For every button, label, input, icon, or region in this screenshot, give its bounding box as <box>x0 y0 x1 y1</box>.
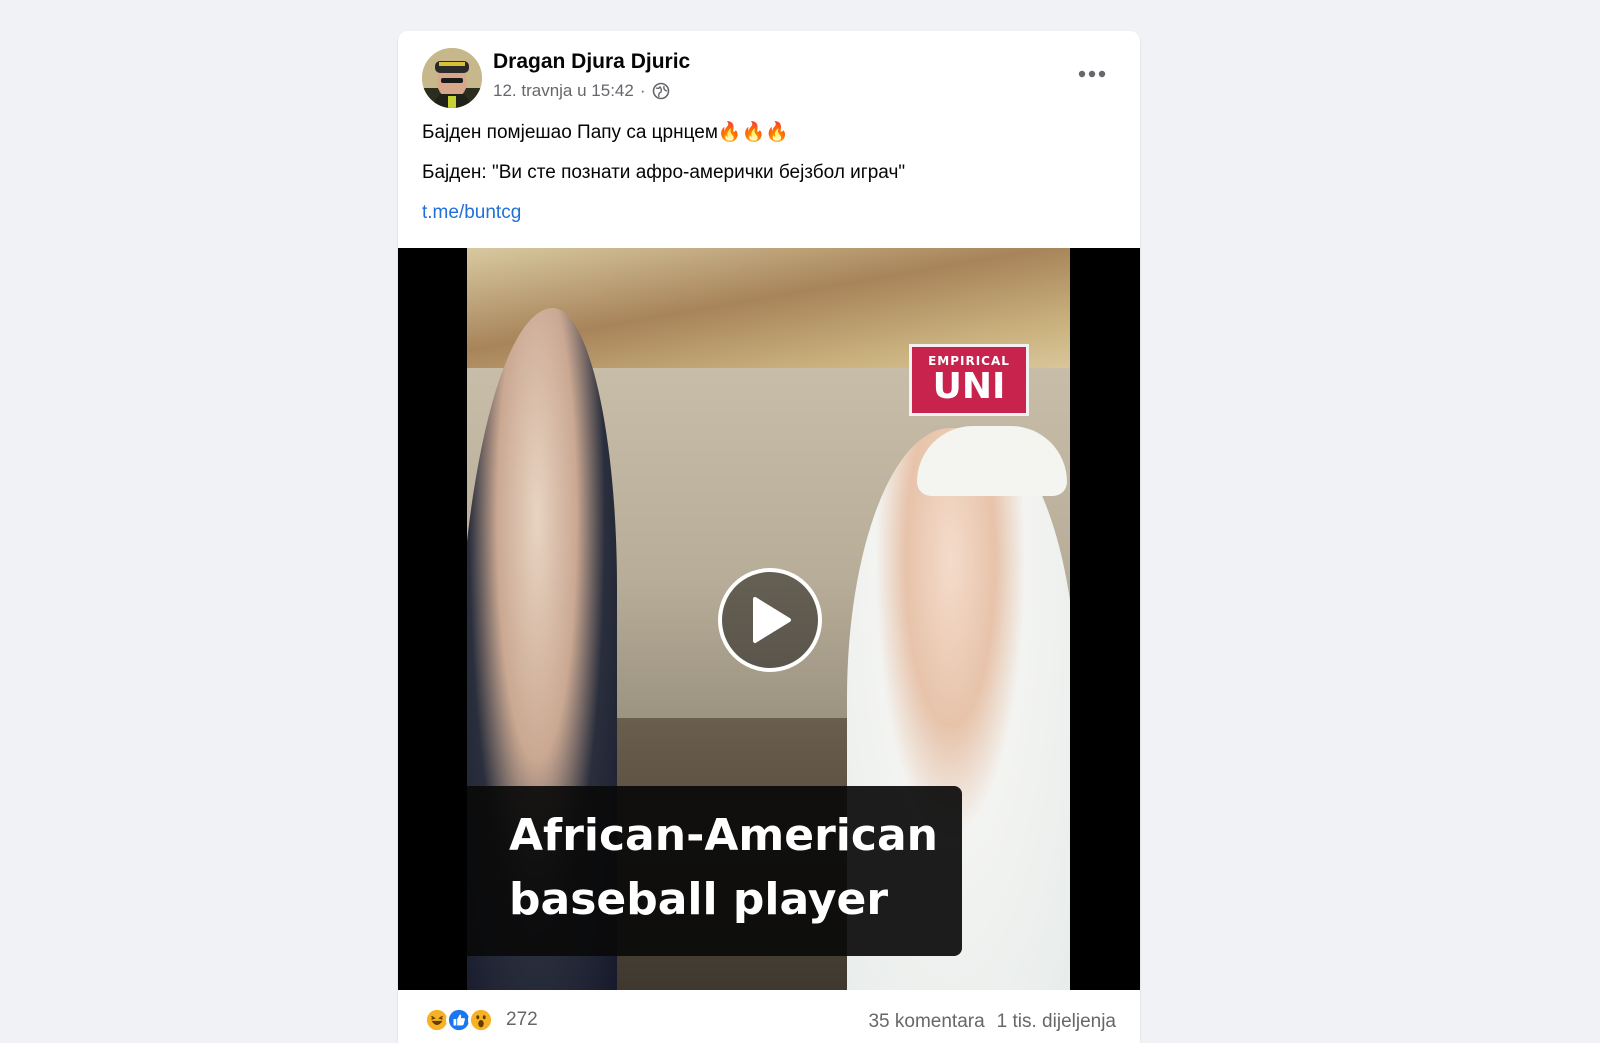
post-card: Dragan Djura Djuric 12. travnja u 15:42 … <box>398 31 1140 1043</box>
reactions-summary[interactable]: 272 <box>424 1007 538 1033</box>
comments-count[interactable]: 35 komentara <box>868 1011 984 1033</box>
meta-separator: · <box>639 81 646 100</box>
post-footer: 272 35 komentara 1 tis. dijeljenja <box>398 990 1140 1043</box>
post-stats: 35 komentara 1 tis. dijeljenja <box>868 1011 1116 1033</box>
brand-badge: EMPIRICAL UNI <box>909 344 1029 416</box>
more-options-icon[interactable] <box>1072 59 1112 89</box>
shares-count[interactable]: 1 tis. dijeljenja <box>997 1011 1116 1033</box>
wow-icon <box>468 1007 494 1033</box>
brand-badge-bottom: UNI <box>932 366 1006 407</box>
video-caption-line-1: African-American <box>509 810 938 861</box>
post-header: Dragan Djura Djuric 12. travnja u 15:42 … <box>398 31 1140 121</box>
play-icon[interactable] <box>718 568 822 672</box>
post-text-line-2: Бајден: "Ви сте познати афро-амерички бе… <box>422 162 906 183</box>
telegram-link[interactable]: t.me/buntcg <box>422 202 521 223</box>
video-caption: African-American baseball player <box>467 786 962 956</box>
post-text: Бајден помјешао Папу са црнцем🔥🔥🔥 Бајден… <box>398 121 1140 225</box>
globe-icon[interactable] <box>652 82 670 100</box>
post-timestamp[interactable]: 12. travnja u 15:42 <box>493 81 634 101</box>
video-zucchetto <box>917 426 1067 496</box>
video-caption-line-2: baseball player <box>509 874 889 925</box>
reaction-count: 272 <box>506 1009 538 1030</box>
post-link-line: t.me/buntcg <box>422 201 1116 225</box>
video-player[interactable]: EMPIRICAL UNI African-American baseball … <box>398 248 1140 990</box>
author-name[interactable]: Dragan Djura Djuric <box>493 50 690 74</box>
post-meta: 12. travnja u 15:42 · <box>493 81 670 101</box>
author-avatar[interactable] <box>422 48 482 108</box>
post-text-line-1: Бајден помјешао Папу са црнцем🔥🔥🔥 <box>422 122 789 143</box>
